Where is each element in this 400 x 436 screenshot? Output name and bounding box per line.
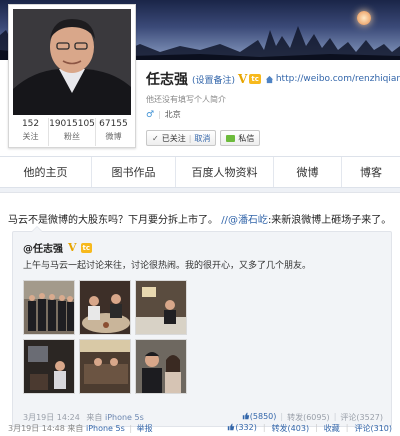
post-body: 马云不是微博的大股东吗？下月要分拆上市了。 — [8, 215, 218, 226]
photo-thumbnail[interactable] — [135, 339, 187, 394]
repost-forward-link[interactable]: 转发(6095) — [287, 412, 330, 423]
repost-separator: // — [221, 215, 228, 226]
tab-weibo[interactable]: 微博 — [274, 157, 342, 187]
message-icon — [226, 134, 236, 142]
tab-baidu-profile[interactable]: 百度人物资料 — [176, 157, 274, 187]
profile-bio: 他还没有填写个人简介 — [146, 95, 226, 104]
checkmark-icon: ✓ — [152, 133, 159, 143]
post-like-button[interactable]: (332) — [227, 423, 257, 434]
follow-actions: ✓ 已关注 | 取消 私信 — [146, 130, 261, 146]
feed-post: 马云不是微博的大股东吗？下月要分拆上市了。 //@潘石屹:来新浪微博上砸场子来了… — [0, 192, 400, 436]
divider: | — [333, 412, 337, 421]
followed-button[interactable]: ✓ 已关注 | 取消 — [146, 130, 217, 146]
divider: | — [262, 423, 266, 432]
post-comment-link[interactable]: 评论(310) — [354, 423, 392, 434]
repost-comment-link[interactable]: 评论(3527) — [340, 412, 383, 423]
divider: | — [345, 423, 349, 432]
repost-text: 上午与马云一起讨论来往，讨论很热闹。我的很开心，又多了几个朋友。 — [23, 261, 312, 271]
verified-v-icon: V — [238, 72, 248, 86]
set-remark-link[interactable]: (设置备注) — [192, 73, 235, 86]
avatar[interactable] — [13, 9, 131, 115]
level-badge-icon: tc — [249, 74, 261, 84]
post-favorite-link[interactable]: 收藏 — [324, 423, 340, 434]
mention-link[interactable]: @潘石屹 — [228, 215, 268, 226]
private-message-button[interactable]: 私信 — [220, 130, 261, 146]
stat-value: 67155 — [99, 119, 128, 129]
profile-name-row: 任志强 (设置备注) V tc http://weibo.com/renzhiq… — [146, 70, 400, 88]
location-text: 北京 — [164, 110, 181, 119]
stat-label: 关注 — [22, 132, 39, 141]
moon-decoration — [357, 11, 371, 25]
level-badge-icon: tc — [80, 242, 93, 253]
stat-following[interactable]: 152 关注 — [13, 118, 48, 146]
repost-author: @任志强 V tc — [23, 240, 93, 255]
stat-posts[interactable]: 67155 微博 — [94, 118, 131, 146]
source-prefix: 来自 — [86, 413, 103, 422]
profile-location: ♂ | 北京 — [146, 109, 181, 120]
followed-label: 已关注 — [161, 133, 186, 143]
repost-time-link[interactable]: 3月19日 14:24 — [23, 413, 80, 422]
stat-label: 微博 — [105, 132, 122, 141]
report-link[interactable]: 举报 — [137, 424, 153, 433]
divider: | — [315, 423, 318, 432]
repost-author-link[interactable]: @任志强 — [23, 240, 63, 255]
post-meta: 3月19日 14:48 来自 iPhone 5s | 举报 (332) | 转发… — [8, 423, 396, 435]
photo-thumbnail[interactable] — [23, 280, 75, 335]
avatar-card: 152 关注 19015105 粉丝 67155 微博 — [8, 4, 136, 148]
tab-homepage[interactable]: 他的主页 — [0, 157, 92, 187]
stat-value: 19015105 — [49, 119, 95, 129]
divider: | — [129, 424, 133, 433]
post-text: 马云不是微博的大股东吗？下月要分拆上市了。 //@潘石屹:来新浪微博上砸场子来了… — [8, 211, 391, 226]
photo-thumbnail[interactable] — [135, 280, 187, 335]
divider: | — [188, 133, 192, 143]
divider: | — [280, 412, 284, 421]
profile-name: 任志强 — [146, 72, 188, 88]
repost-pointer — [31, 226, 43, 232]
post-source-link[interactable]: iPhone 5s — [86, 424, 125, 433]
post-time-link[interactable]: 3月19日 14:48 — [8, 424, 65, 433]
message-label: 私信 — [238, 133, 255, 143]
photo-thumbnail[interactable] — [23, 339, 75, 394]
verified-v-icon: V — [68, 241, 77, 254]
profile-stats: 152 关注 19015105 粉丝 67155 微博 — [13, 118, 131, 146]
stat-label: 粉丝 — [64, 132, 80, 141]
post-actions: (332) | 转发(403) | 收藏 | 评论(310) — [227, 423, 392, 434]
photo-grid — [23, 280, 225, 408]
repost-like-count: (5850) — [249, 412, 277, 421]
profile-url-link[interactable]: http://weibo.com/renzhiqiang — [276, 74, 400, 84]
divider: | — [158, 110, 161, 119]
repost-actions: (5850) | 转发(6095) | 评论(3527) — [242, 412, 383, 423]
unfollow-link[interactable]: 取消 — [194, 133, 210, 144]
thumbs-up-icon — [242, 412, 249, 420]
profile-tabs: 他的主页 图书作品 百度人物资料 微博 博客 — [0, 156, 400, 188]
repost-like-button[interactable]: (5850) — [242, 412, 277, 423]
male-gender-icon: ♂ — [146, 109, 155, 120]
source-prefix: 来自 — [67, 424, 84, 433]
tab-blog[interactable]: 博客 — [342, 157, 400, 187]
stat-value: 152 — [21, 119, 40, 129]
photo-thumbnail[interactable] — [79, 280, 131, 335]
post-forward-link[interactable]: 转发(403) — [272, 423, 310, 434]
home-link-icon — [265, 75, 273, 83]
post-body-suffix: :来新浪微博上砸场子来了。 — [267, 215, 392, 226]
tab-books[interactable]: 图书作品 — [92, 157, 176, 187]
repost-source-link[interactable]: iPhone 5s — [105, 413, 144, 422]
photo-thumbnail[interactable] — [79, 339, 131, 394]
post-like-count: (332) — [235, 423, 257, 432]
reposted-weibo: @任志强 V tc 上午与马云一起讨论来往，讨论很热闹。我的很开心，又多了几个朋… — [12, 226, 392, 427]
stat-followers[interactable]: 19015105 粉丝 — [48, 118, 95, 146]
